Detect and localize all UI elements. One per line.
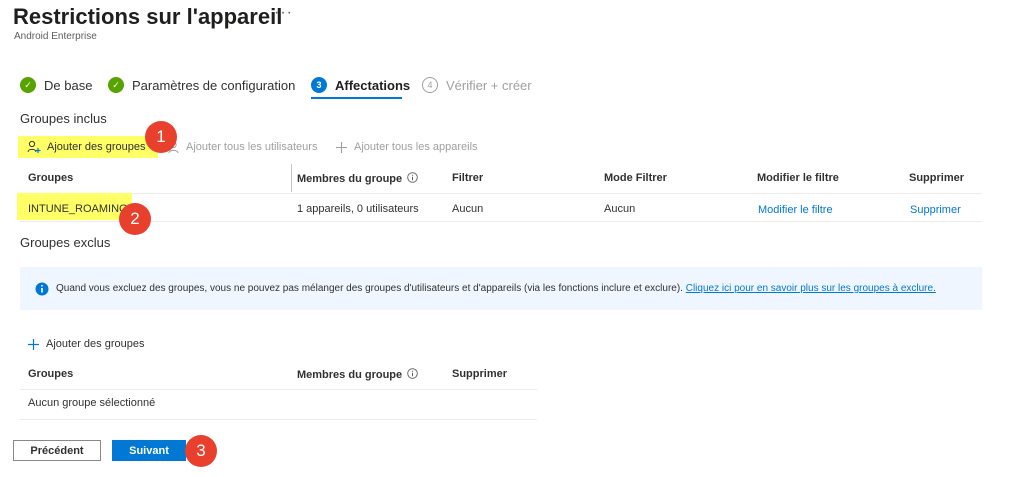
col-members: Membres du groupe (297, 172, 418, 185)
plus-icon (336, 141, 347, 153)
col-filter: Filtrer (452, 172, 484, 184)
step-basics[interactable]: ✓ De base (20, 77, 92, 93)
col-filter-mode: Mode Filtrer (604, 172, 667, 184)
info-icon (35, 282, 49, 296)
delete-link[interactable]: Supprimer (910, 204, 961, 216)
add-excluded-groups-label: Ajouter des groupes (46, 338, 145, 350)
col-edit-filter: Modifier le filtre (757, 172, 839, 184)
table-row-divider (20, 221, 982, 222)
more-options-icon[interactable]: ··· (274, 4, 293, 22)
group-filter: Aucun (452, 203, 484, 215)
page-title: Restrictions sur l'appareil (13, 4, 283, 29)
group-filter-mode: Aucun (604, 203, 636, 215)
step-review-create[interactable]: 4 Vérifier + créer (422, 77, 532, 93)
step-label: Vérifier + créer (446, 77, 532, 93)
checkmark-icon: ✓ (20, 77, 36, 93)
column-divider (291, 164, 292, 192)
learn-more-link[interactable]: Cliquez ici pour en savoir plus sur les … (686, 283, 936, 294)
active-step-indicator (311, 97, 402, 99)
excluded-row-divider (20, 419, 537, 420)
annotation-marker-2: 2 (119, 203, 151, 235)
add-all-users-label: Ajouter tous les utilisateurs (186, 141, 318, 153)
add-all-users-button[interactable]: Ajouter tous les utilisateurs (167, 137, 317, 157)
col-delete-excluded: Supprimer (452, 368, 508, 380)
step-assignments[interactable]: 3 Affectations (311, 77, 410, 93)
col-members-excluded: Membres du groupe (297, 368, 418, 381)
col-groups: Groupes (28, 172, 74, 184)
step-label: Affectations (335, 77, 411, 93)
included-groups-heading: Groupes inclus (20, 111, 107, 126)
add-all-devices-button[interactable]: Ajouter tous les appareils (335, 137, 478, 157)
info-banner-text: Quand vous excluez des groupes, vous ne … (56, 283, 936, 294)
group-members: 1 appareils, 0 utilisateurs (297, 203, 419, 215)
empty-state-text: Aucun groupe sélectionné (28, 397, 156, 409)
checkmark-icon: ✓ (108, 77, 124, 93)
previous-button[interactable]: Précédent (13, 440, 101, 461)
step-label: De base (44, 77, 93, 93)
col-delete: Supprimer (909, 172, 965, 184)
add-excluded-groups-button[interactable]: Ajouter des groupes (27, 334, 144, 354)
add-all-devices-label: Ajouter tous les appareils (354, 141, 478, 153)
table-header-divider (20, 193, 982, 194)
edit-filter-link[interactable]: Modifier le filtre (758, 204, 833, 216)
col-groups-excluded: Groupes (28, 368, 74, 380)
annotation-marker-1: 1 (145, 121, 177, 153)
excluded-header-divider (20, 389, 537, 390)
add-user-icon (27, 140, 41, 153)
info-icon[interactable] (407, 368, 418, 379)
page-subtitle: Android Enterprise (14, 31, 97, 42)
plus-icon (28, 338, 39, 350)
excluded-groups-heading: Groupes exclus (20, 235, 111, 250)
group-name: INTUNE_ROAMING (28, 203, 128, 215)
annotation-marker-3: 3 (185, 435, 217, 467)
add-groups-label: Ajouter des groupes (47, 141, 146, 153)
step-number-icon: 4 (422, 77, 438, 93)
step-configuration[interactable]: ✓ Paramètres de configuration (108, 77, 295, 93)
step-number-icon: 3 (311, 77, 327, 93)
info-icon[interactable] (407, 172, 418, 183)
next-button[interactable]: Suivant (112, 440, 186, 461)
step-label: Paramètres de configuration (132, 77, 296, 93)
add-groups-button[interactable]: Ajouter des groupes (27, 137, 145, 157)
